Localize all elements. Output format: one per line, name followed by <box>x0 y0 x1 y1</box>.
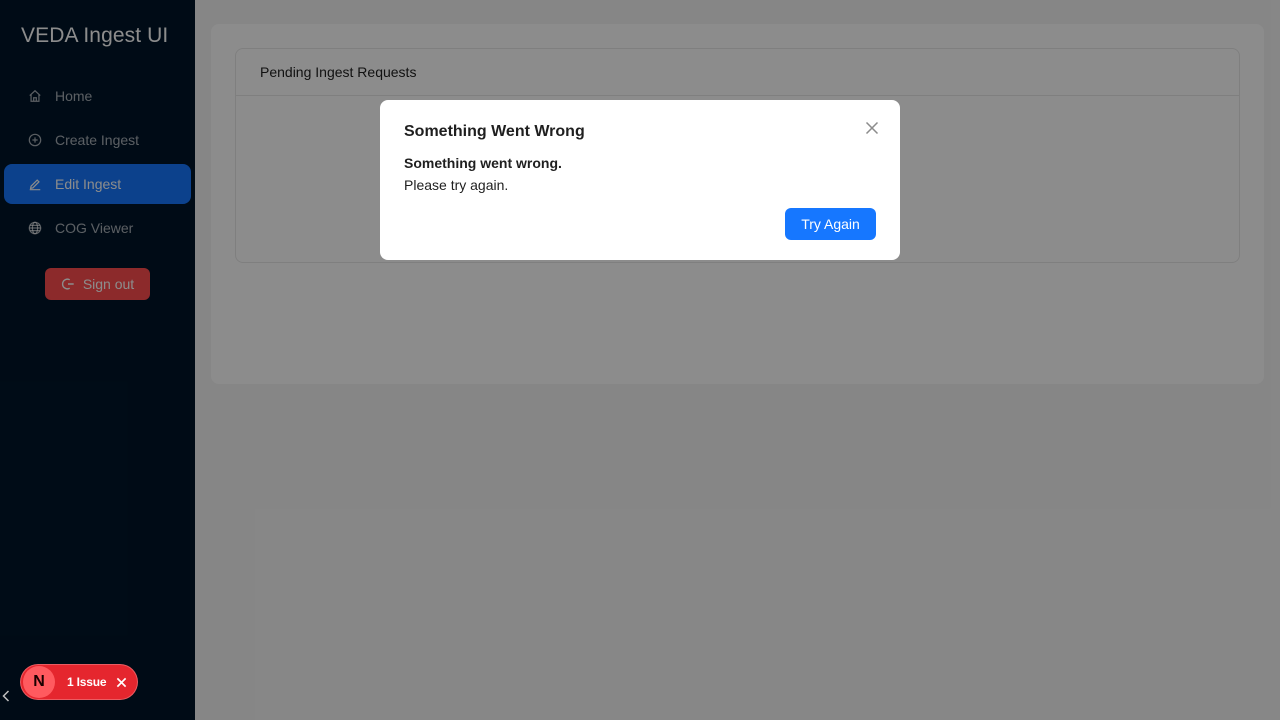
chevron-left-icon[interactable] <box>0 688 12 704</box>
issues-count[interactable]: 1 Issue <box>67 675 106 689</box>
dev-issues-badge[interactable]: N 1 Issue <box>20 664 138 700</box>
nextjs-logo-icon[interactable]: N <box>23 666 55 698</box>
try-again-button[interactable]: Try Again <box>785 208 876 240</box>
close-icon <box>865 121 879 135</box>
error-message-bold: Something went wrong. <box>404 155 562 171</box>
error-modal: Something Went Wrong Something went wron… <box>380 100 900 260</box>
modal-close-button[interactable] <box>864 120 880 136</box>
error-message: Please try again. <box>404 177 509 193</box>
modal-title: Something Went Wrong <box>404 123 585 140</box>
close-icon[interactable] <box>115 676 127 688</box>
